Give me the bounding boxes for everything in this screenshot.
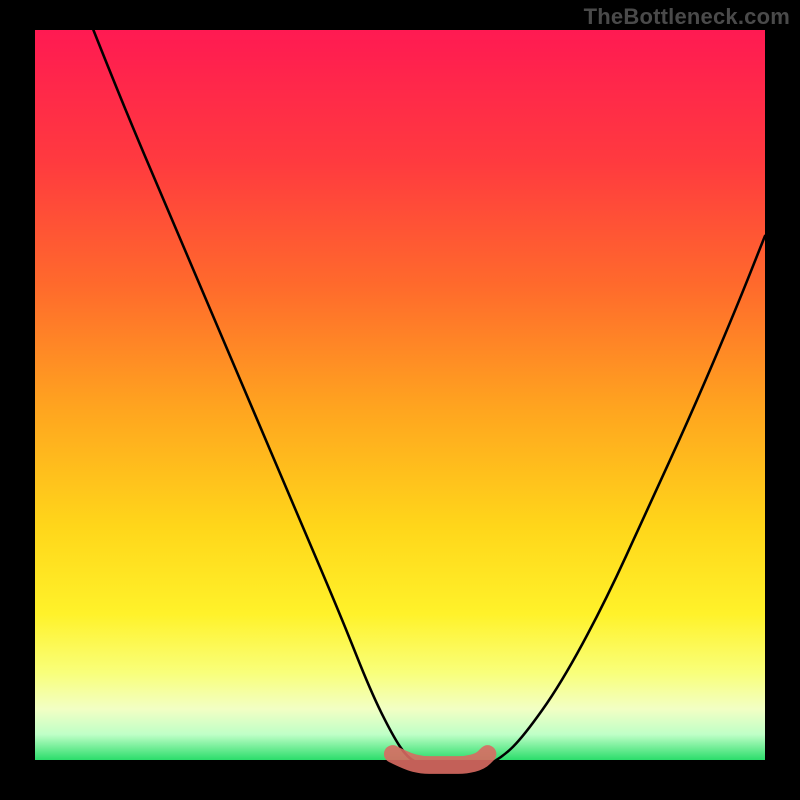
curve-right-branch [488,236,765,765]
watermark-text: TheBottleneck.com [584,4,790,30]
curve-valley-floor [393,754,488,765]
plot-area [35,30,765,765]
chart-curves [35,30,765,765]
curve-left-branch [93,30,422,765]
